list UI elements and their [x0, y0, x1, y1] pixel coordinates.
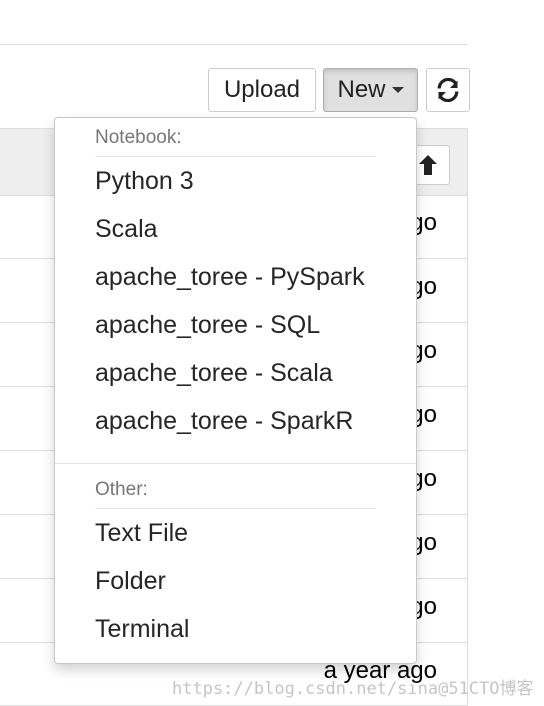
new-button-label: New [337, 76, 386, 103]
new-button[interactable]: New [323, 68, 418, 112]
new-dropdown-menu: Notebook: Python 3 Scala apache_toree - … [54, 117, 417, 664]
menu-divider [55, 463, 416, 464]
menu-item-terminal[interactable]: Terminal [95, 615, 189, 644]
other-section-header: Other: [95, 479, 148, 500]
caret-down-icon [391, 87, 404, 93]
refresh-button[interactable] [426, 68, 470, 112]
menu-item-toree-sparkr[interactable]: apache_toree - SparkR [95, 407, 353, 436]
menu-item-toree-sql[interactable]: apache_toree - SQL [95, 311, 320, 340]
watermark: https://blog.csdn.net/sina@51CTO博客 [172, 679, 534, 699]
menu-item-python3[interactable]: Python 3 [95, 167, 194, 196]
notebook-header-rule [95, 156, 376, 157]
menu-item-scala[interactable]: Scala [95, 215, 158, 244]
refresh-icon [437, 78, 459, 102]
notebook-section-header: Notebook: [95, 127, 182, 148]
menu-item-text-file[interactable]: Text File [95, 519, 188, 548]
arrow-up-icon [419, 155, 437, 175]
menu-item-folder[interactable]: Folder [95, 567, 166, 596]
jupyter-file-browser: Upload New ago ago ago [0, 0, 544, 706]
header-divider [0, 44, 468, 45]
upload-button-label: Upload [223, 76, 301, 103]
menu-item-toree-scala[interactable]: apache_toree - Scala [95, 359, 333, 388]
menu-item-toree-pyspark[interactable]: apache_toree - PySpark [95, 263, 365, 292]
other-header-rule [95, 508, 376, 509]
upload-button[interactable]: Upload [208, 68, 316, 112]
